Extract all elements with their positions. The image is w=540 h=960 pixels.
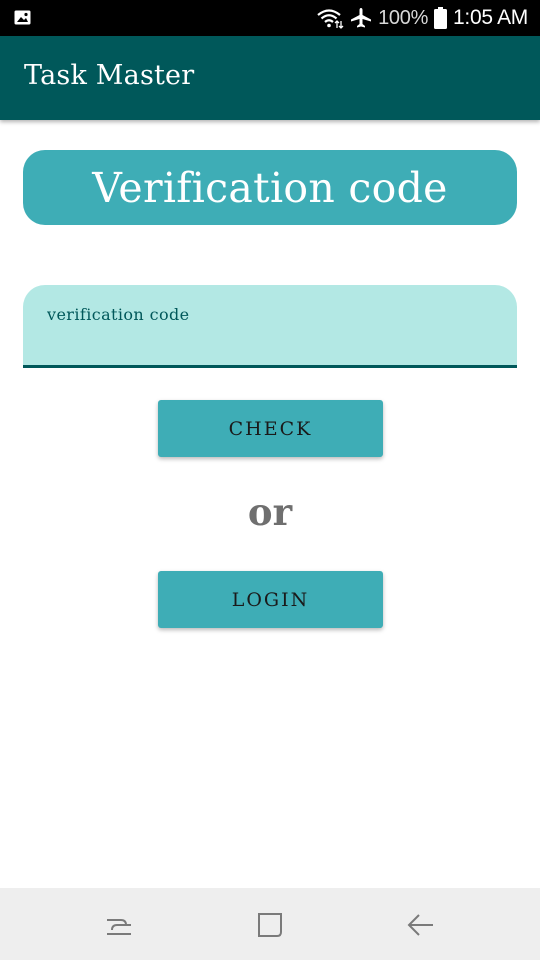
status-bar: 100% 1:05 AM — [0, 0, 540, 36]
verification-code-input[interactable] — [47, 303, 487, 325]
home-icon[interactable] — [255, 910, 285, 940]
battery-icon — [434, 7, 448, 29]
wifi-icon — [317, 9, 344, 29]
clock: 1:05 AM — [453, 6, 528, 29]
battery-percentage: 100% — [378, 6, 429, 29]
or-separator: or — [247, 490, 293, 534]
airplane-mode-icon — [351, 8, 372, 28]
gallery-icon — [14, 10, 31, 25]
verification-banner: Verification code — [23, 150, 517, 225]
app-title: Task Master — [24, 60, 195, 91]
recent-apps-icon[interactable] — [104, 910, 134, 940]
status-icons: 100% 1:05 AM — [316, 0, 528, 36]
verification-code-field[interactable] — [23, 285, 517, 368]
back-icon[interactable] — [406, 910, 436, 940]
login-button[interactable]: LOGIN — [158, 571, 383, 628]
check-button[interactable]: CHECK — [158, 400, 383, 457]
app-bar: Task Master — [0, 36, 540, 120]
banner-title: Verification code — [92, 163, 448, 212]
navigation-bar — [0, 888, 540, 960]
